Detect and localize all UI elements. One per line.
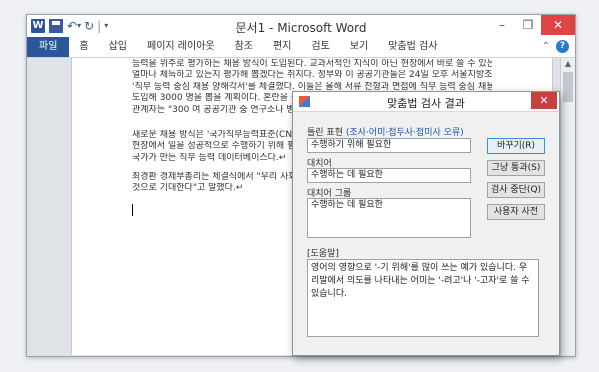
replacement-group-list[interactable]: 수행하는 데 필요한 — [307, 198, 471, 238]
window-controls: – ❐ ✕ — [489, 15, 575, 35]
tab-home[interactable]: 홈 — [69, 37, 98, 57]
tab-page-layout[interactable]: 페이지 레이아웃 — [137, 37, 225, 57]
dialog-close-button[interactable]: ✕ — [531, 92, 557, 109]
wrong-expression-label-text: 틀린 표현 — [307, 128, 343, 138]
skip-button[interactable]: 그냥 통과(S) — [487, 160, 545, 176]
spell-check-dialog: 맞춤법 검사 결과 ✕ 틀린 표현 (조사·어미·접두사·접미사 오류) 수행하… — [292, 91, 560, 356]
text-line: 얼마나 체득하고 있는지 평가해 뽑겠다는 취지다. 정부와 이 공공기관들은 … — [132, 70, 492, 81]
tab-references[interactable]: 참조 — [225, 37, 263, 57]
change-button[interactable]: 바꾸기(R) — [487, 138, 545, 154]
help-icon[interactable]: ? — [556, 40, 569, 53]
vertical-scrollbar[interactable]: ▲ — [560, 58, 575, 355]
user-dictionary-button[interactable]: 사용자 사전 — [487, 204, 545, 220]
error-category: (조사·어미·접두사·접미사 오류) — [345, 128, 464, 138]
tab-insert[interactable]: 삽입 — [99, 37, 137, 57]
help-text-box[interactable]: 영어의 영향으로 '-기 위해'를 많이 쓰는 예가 있습니다. 우리말에서 의… — [307, 259, 539, 337]
close-button[interactable]: ✕ — [541, 15, 575, 35]
list-item[interactable]: 수행하는 데 필요한 — [311, 199, 467, 212]
tab-mailings[interactable]: 편지 — [263, 37, 301, 57]
tab-review[interactable]: 검토 — [301, 37, 339, 57]
tab-view[interactable]: 보기 — [340, 37, 378, 57]
dialog-title-bar: 맞춤법 검사 결과 ✕ — [293, 92, 559, 112]
scroll-thumb[interactable] — [563, 72, 573, 102]
replacement-field[interactable]: 수행하는 데 필요한 — [307, 168, 471, 183]
tab-file[interactable]: 파일 — [27, 37, 70, 57]
scroll-up-icon[interactable]: ▲ — [561, 58, 575, 70]
tab-spell-check[interactable]: 맞춤법 검사 — [378, 37, 447, 57]
restore-button[interactable]: ❐ — [515, 15, 541, 35]
title-bar: W ↶ ▾ ↻ | ▾ 문서1 - Microsoft Word – ❐ ✕ — [27, 15, 575, 37]
text-line: 능력을 위주로 평가하는 채용 방식이 도입된다. 교과서적인 지식이 아닌 현… — [132, 59, 492, 69]
stop-check-button[interactable]: 검사 중단(Q) — [487, 182, 545, 198]
wrong-expression-field[interactable]: 수행하기 위해 필요한 — [307, 138, 471, 153]
collapse-ribbon-icon[interactable]: ⌃ — [542, 41, 550, 52]
text-cursor — [132, 204, 133, 216]
wrong-expression-label: 틀린 표현 (조사·어미·접두사·접미사 오류) — [307, 125, 464, 138]
dialog-title: 맞춤법 검사 결과 — [387, 97, 465, 110]
help-label: [도움말] — [307, 249, 339, 259]
ribbon-tabs: 파일 홈 삽입 페이지 레이아웃 참조 편지 검토 보기 맞춤법 검사 ⌃ ? — [27, 37, 575, 58]
minimize-button[interactable]: – — [489, 15, 515, 35]
